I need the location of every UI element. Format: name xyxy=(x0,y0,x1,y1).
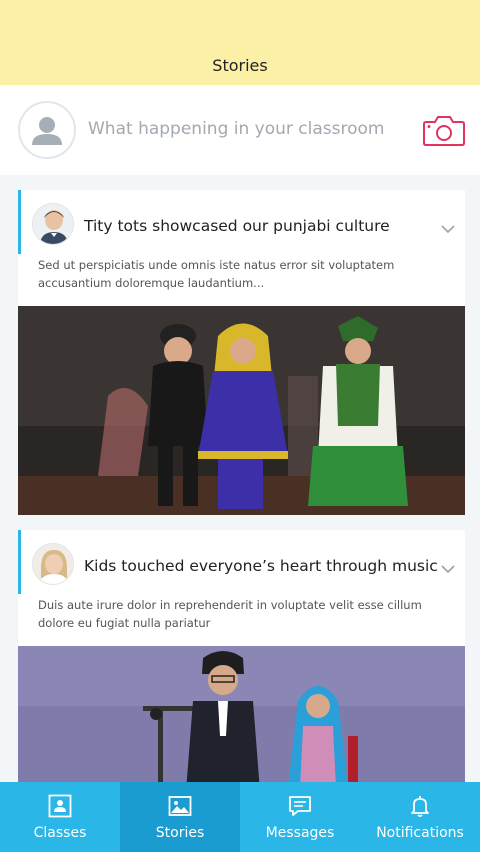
card-accent-bar xyxy=(18,190,21,254)
page-title: Stories xyxy=(212,56,268,75)
story-excerpt: Duis aute irure dolor in reprehenderit i… xyxy=(38,598,422,630)
card-accent-bar xyxy=(18,530,21,594)
tab-label: Messages xyxy=(265,825,335,841)
story-composer[interactable]: What happening in your classroom xyxy=(0,85,480,175)
chevron-down-icon[interactable] xyxy=(440,560,456,574)
bell-icon xyxy=(408,794,432,818)
story-title[interactable]: Kids touched everyone’s heart through mu… xyxy=(84,557,438,575)
camera-icon[interactable] xyxy=(422,113,466,147)
chevron-down-icon[interactable] xyxy=(440,220,456,234)
story-photo[interactable] xyxy=(18,306,465,515)
story-photo[interactable] xyxy=(18,646,465,782)
app-header: Stories xyxy=(0,0,480,85)
tab-messages[interactable]: Messages xyxy=(240,782,360,852)
story-title[interactable]: Tity tots showcased our punjabi culture xyxy=(84,217,390,235)
story-card[interactable]: Tity tots showcased our punjabi culture … xyxy=(18,190,465,515)
bottom-tab-bar: Classes Stories Messages Notifications xyxy=(0,782,480,852)
composer-input[interactable]: What happening in your classroom xyxy=(88,119,384,139)
tab-label: Stories xyxy=(155,825,205,841)
story-excerpt: Sed ut perspiciatis unde omnis iste natu… xyxy=(38,258,395,290)
tab-label: Classes xyxy=(33,825,87,841)
story-feed[interactable]: Tity tots showcased our punjabi culture … xyxy=(0,175,480,782)
tab-classes[interactable]: Classes xyxy=(0,782,120,852)
tab-label: Notifications xyxy=(376,825,464,841)
author-avatar xyxy=(32,203,74,245)
image-icon xyxy=(168,794,192,818)
author-avatar xyxy=(32,543,74,585)
classes-icon xyxy=(48,794,72,818)
message-icon xyxy=(288,794,312,818)
tab-stories[interactable]: Stories xyxy=(120,782,240,852)
user-placeholder-icon xyxy=(18,101,76,159)
tab-notifications[interactable]: Notifications xyxy=(360,782,480,852)
story-card[interactable]: Kids touched everyone’s heart through mu… xyxy=(18,530,465,782)
